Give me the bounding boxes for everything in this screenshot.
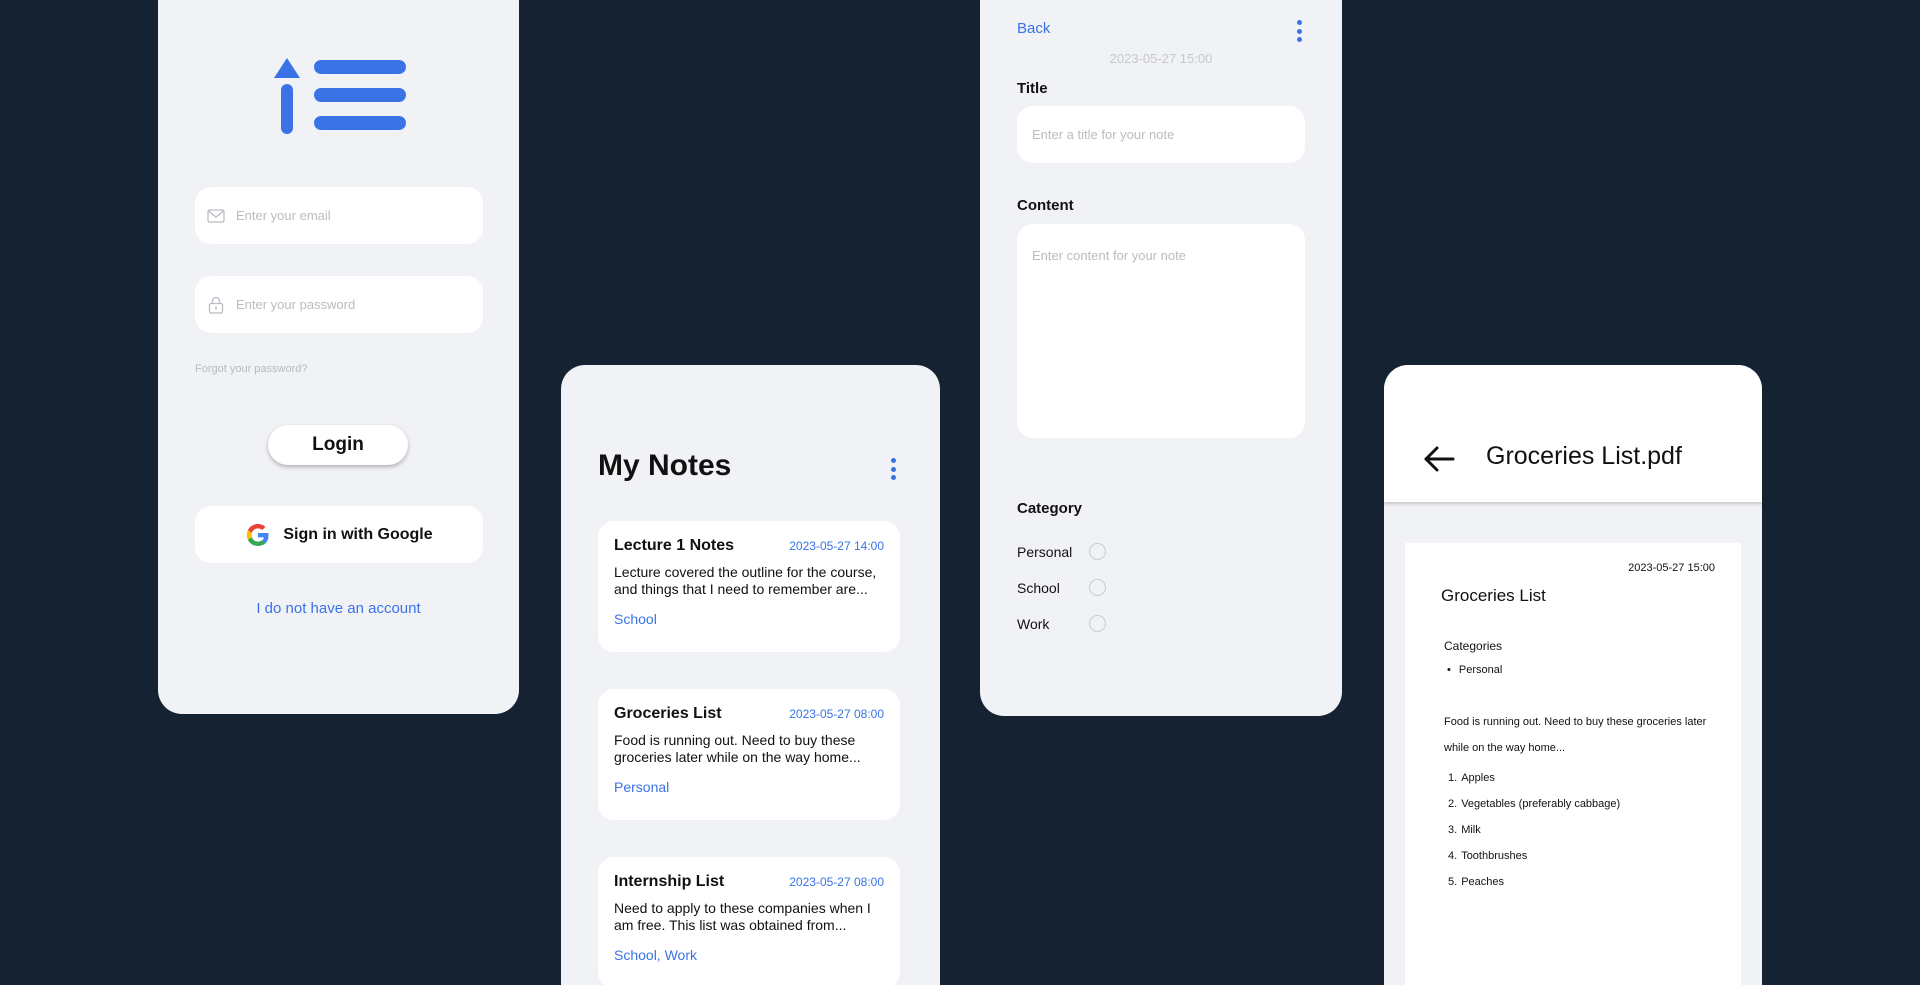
note-category: School, Work [614,947,697,963]
pdf-viewer-screen: Groceries List.pdf 2023-05-27 15:00 Groc… [1384,365,1762,985]
login-screen: Forgot your password? Login Sign in with… [158,0,519,714]
password-input[interactable] [236,297,466,312]
note-card-lecture-1[interactable]: Lecture 1 Notes 2023-05-27 14:00 Lecture… [598,521,900,652]
note-title: Groceries List [614,705,722,722]
note-card-groceries[interactable]: Groceries List 2023-05-27 08:00 Food is … [598,689,900,820]
arrow-left-icon[interactable] [1423,445,1455,473]
email-field[interactable] [195,187,483,244]
forgot-password-link[interactable]: Forgot your password? [195,363,308,375]
note-preview: Lecture covered the outline for the cour… [614,564,877,597]
pdf-item-list: 1. Apples 2. Vegetables (preferably cabbag… [1448,765,1620,895]
note-date: 2023-05-27 08:00 [789,875,884,889]
category-option-label: Work [1017,615,1050,632]
category-label: Category [1017,500,1083,517]
note-preview: Need to apply to these companies when I … [614,900,871,933]
kebab-menu-icon[interactable] [1294,20,1304,42]
page-title: My Notes [598,449,732,482]
pdf-page: 2023-05-27 15:00 Groceries List Categori… [1405,543,1741,985]
category-option-label: School [1017,579,1060,596]
title-label: Title [1017,80,1048,97]
category-option-work[interactable]: Work [1017,615,1106,632]
google-sign-in-label: Sign in with Google [283,525,433,543]
list-item: 5. Peaches [1448,876,1504,888]
notes-list-screen: My Notes Lecture 1 Notes 2023-05-27 14:0… [561,365,940,985]
app-logo-icon [274,58,406,134]
note-category: School [614,611,657,627]
note-date: 2023-05-27 14:00 [789,539,884,553]
radio-unchecked-icon[interactable] [1089,579,1106,596]
list-item: 1. Apples [1448,772,1495,784]
note-date: 2023-05-27 08:00 [789,707,884,721]
note-card-internship[interactable]: Internship List 2023-05-27 08:00 Need to… [598,857,900,985]
kebab-menu-icon[interactable] [888,458,898,480]
title-input[interactable] [1017,106,1305,163]
email-input[interactable] [236,208,466,223]
pdf-date: 2023-05-27 15:00 [1628,562,1715,574]
note-timestamp: 2023-05-27 15:00 [1109,51,1213,66]
pdf-header: Groceries List.pdf [1384,365,1762,502]
back-button[interactable]: Back [1017,20,1050,37]
pdf-categories-label: Categories [1444,639,1503,653]
content-input[interactable] [1017,224,1305,438]
note-category: Personal [614,779,670,795]
lock-icon [206,295,226,315]
login-button[interactable]: Login [268,425,408,465]
no-account-link[interactable]: I do not have an account [158,600,519,617]
pdf-body: Food is running out. Need to buy these g… [1444,716,1707,754]
content-label: Content [1017,197,1074,214]
pdf-file-name: Groceries List.pdf [1486,442,1682,470]
category-option-personal[interactable]: Personal [1017,543,1106,560]
note-title: Lecture 1 Notes [614,537,735,554]
category-option-school[interactable]: School [1017,579,1106,596]
radio-unchecked-icon[interactable] [1089,543,1106,560]
google-logo-icon [247,523,269,546]
pdf-note-title: Groceries List [1441,586,1546,605]
list-item: 2. Vegetables (preferably cabbage) [1448,798,1621,810]
note-editor-screen: Back 2023-05-27 15:00 Title Content Cate… [980,0,1342,716]
google-sign-in-button[interactable]: Sign in with Google [195,506,483,563]
note-preview: Food is running out. Need to buy these g… [614,732,861,765]
note-title: Internship List [614,873,725,890]
list-item: 4. Toothbrushes [1448,850,1528,862]
list-item: 3. Milk [1448,824,1481,836]
category-option-label: Personal [1017,543,1073,560]
pdf-category-item: Personal [1447,664,1502,676]
radio-unchecked-icon[interactable] [1089,615,1106,632]
password-field[interactable] [195,276,483,333]
mail-icon [206,206,226,226]
